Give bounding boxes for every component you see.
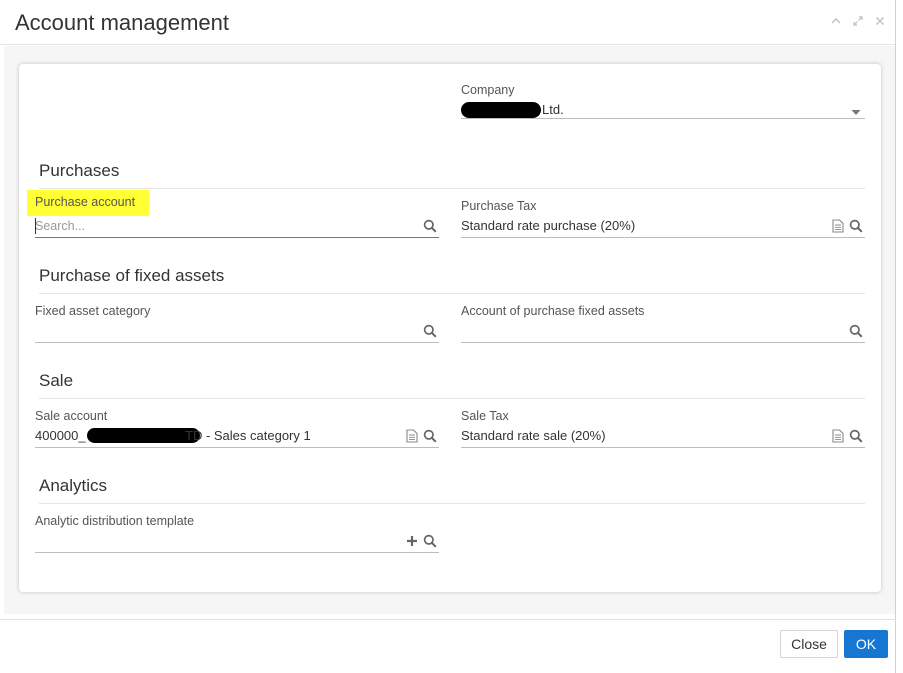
purchase-account-input[interactable] [35, 217, 395, 235]
analytic-template-field[interactable]: Analytic distribution template [35, 513, 439, 559]
sale-account-label: Sale account [35, 409, 108, 423]
search-icon[interactable] [423, 324, 437, 338]
search-icon[interactable] [849, 219, 863, 233]
header-divider [0, 44, 903, 45]
company-underline [461, 118, 865, 119]
plus-icon[interactable] [405, 534, 419, 548]
close-icon[interactable] [871, 12, 889, 30]
sale-tax-field[interactable]: Sale Tax Standard rate sale (20%) [461, 408, 865, 454]
purchase-tax-underline [461, 237, 865, 238]
company-value: Ltd. [542, 102, 564, 117]
purchase-tax-field[interactable]: Purchase Tax Standard rate purchase (20%… [461, 198, 865, 244]
analytic-template-label: Analytic distribution template [35, 514, 195, 528]
section-divider [39, 503, 865, 504]
purchase-tax-icons [831, 219, 863, 233]
sale-tax-value: Standard rate sale (20%) [461, 428, 606, 443]
analytic-template-underline [35, 552, 439, 553]
fixed-asset-category-label: Fixed asset category [35, 304, 151, 318]
sale-account-field[interactable]: Sale account 400000_ TD - Sales category… [35, 408, 439, 454]
chevron-down-icon[interactable] [849, 105, 863, 119]
dialog-title: Account management [15, 10, 230, 35]
document-icon[interactable] [831, 219, 845, 233]
collapse-icon[interactable] [827, 12, 845, 30]
search-icon[interactable] [423, 219, 437, 233]
account-purchase-fixed-assets-icons [849, 324, 863, 338]
window-controls [827, 12, 889, 30]
search-icon[interactable] [423, 429, 437, 443]
ok-button[interactable]: OK [844, 630, 888, 658]
section-purchases: Purchases [39, 161, 120, 180]
sale-tax-underline [461, 447, 865, 448]
fixed-asset-category-icons [423, 324, 437, 338]
search-icon[interactable] [423, 534, 437, 548]
document-icon[interactable] [405, 429, 419, 443]
close-button[interactable]: Close [780, 630, 838, 658]
purchase-account-field[interactable]: Purchase account [27, 190, 439, 244]
analytic-template-icons [405, 534, 437, 548]
purchase-tax-label: Purchase Tax [461, 199, 537, 213]
purchase-account-icons [423, 219, 437, 233]
sale-account-value-prefix: 400000_ [35, 428, 86, 443]
company-label: Company [461, 83, 515, 97]
search-icon[interactable] [849, 324, 863, 338]
expand-icon[interactable] [849, 12, 867, 30]
fixed-asset-category-field[interactable]: Fixed asset category [35, 303, 439, 349]
section-divider [39, 293, 865, 294]
sale-account-icons [405, 429, 437, 443]
purchase-account-underline [35, 237, 439, 238]
account-purchase-fixed-assets-label: Account of purchase fixed assets [461, 304, 645, 318]
redacted-text [461, 102, 541, 118]
window-edge [895, 0, 903, 673]
form-panel: Company Ltd. Purchases Purchase account … [19, 64, 881, 592]
company-dropdown[interactable] [849, 105, 863, 119]
company-field[interactable]: Company Ltd. [461, 82, 865, 128]
footer-divider [0, 619, 896, 620]
purchase-account-label: Purchase account [27, 190, 150, 216]
fixed-asset-category-underline [35, 342, 439, 343]
section-divider [39, 188, 865, 189]
search-icon[interactable] [849, 429, 863, 443]
sale-tax-label: Sale Tax [461, 409, 509, 423]
section-divider [39, 398, 865, 399]
section-fixed-assets: Purchase of fixed assets [39, 266, 225, 285]
account-purchase-fixed-assets-underline [461, 342, 865, 343]
document-icon[interactable] [831, 429, 845, 443]
redacted-text [87, 428, 200, 443]
sale-account-value-suffix: TD - Sales category 1 [185, 428, 311, 443]
sale-tax-icons [831, 429, 863, 443]
account-purchase-fixed-assets-field[interactable]: Account of purchase fixed assets [461, 303, 865, 349]
section-analytics: Analytics [39, 476, 108, 495]
sale-account-underline [35, 447, 439, 448]
purchase-tax-value: Standard rate purchase (20%) [461, 218, 636, 233]
text-cursor [35, 218, 36, 234]
section-sale: Sale [39, 371, 74, 390]
